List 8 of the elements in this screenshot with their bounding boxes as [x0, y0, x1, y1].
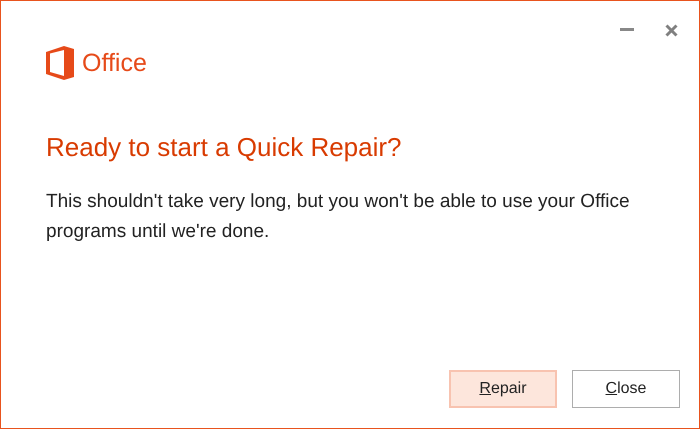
- dialog-heading: Ready to start a Quick Repair?: [46, 132, 402, 163]
- close-icon: [664, 24, 678, 36]
- minimize-icon: [620, 28, 634, 32]
- dialog-message: This shouldn't take very long, but you won't be able to use your Office programs until we're done.: [46, 190, 631, 244]
- repair-button[interactable]: Repair: [449, 370, 557, 408]
- office-logo-text: Office: [82, 48, 147, 78]
- office-logo-icon: [46, 46, 74, 80]
- dialog-close-button[interactable]: Close: [572, 370, 680, 408]
